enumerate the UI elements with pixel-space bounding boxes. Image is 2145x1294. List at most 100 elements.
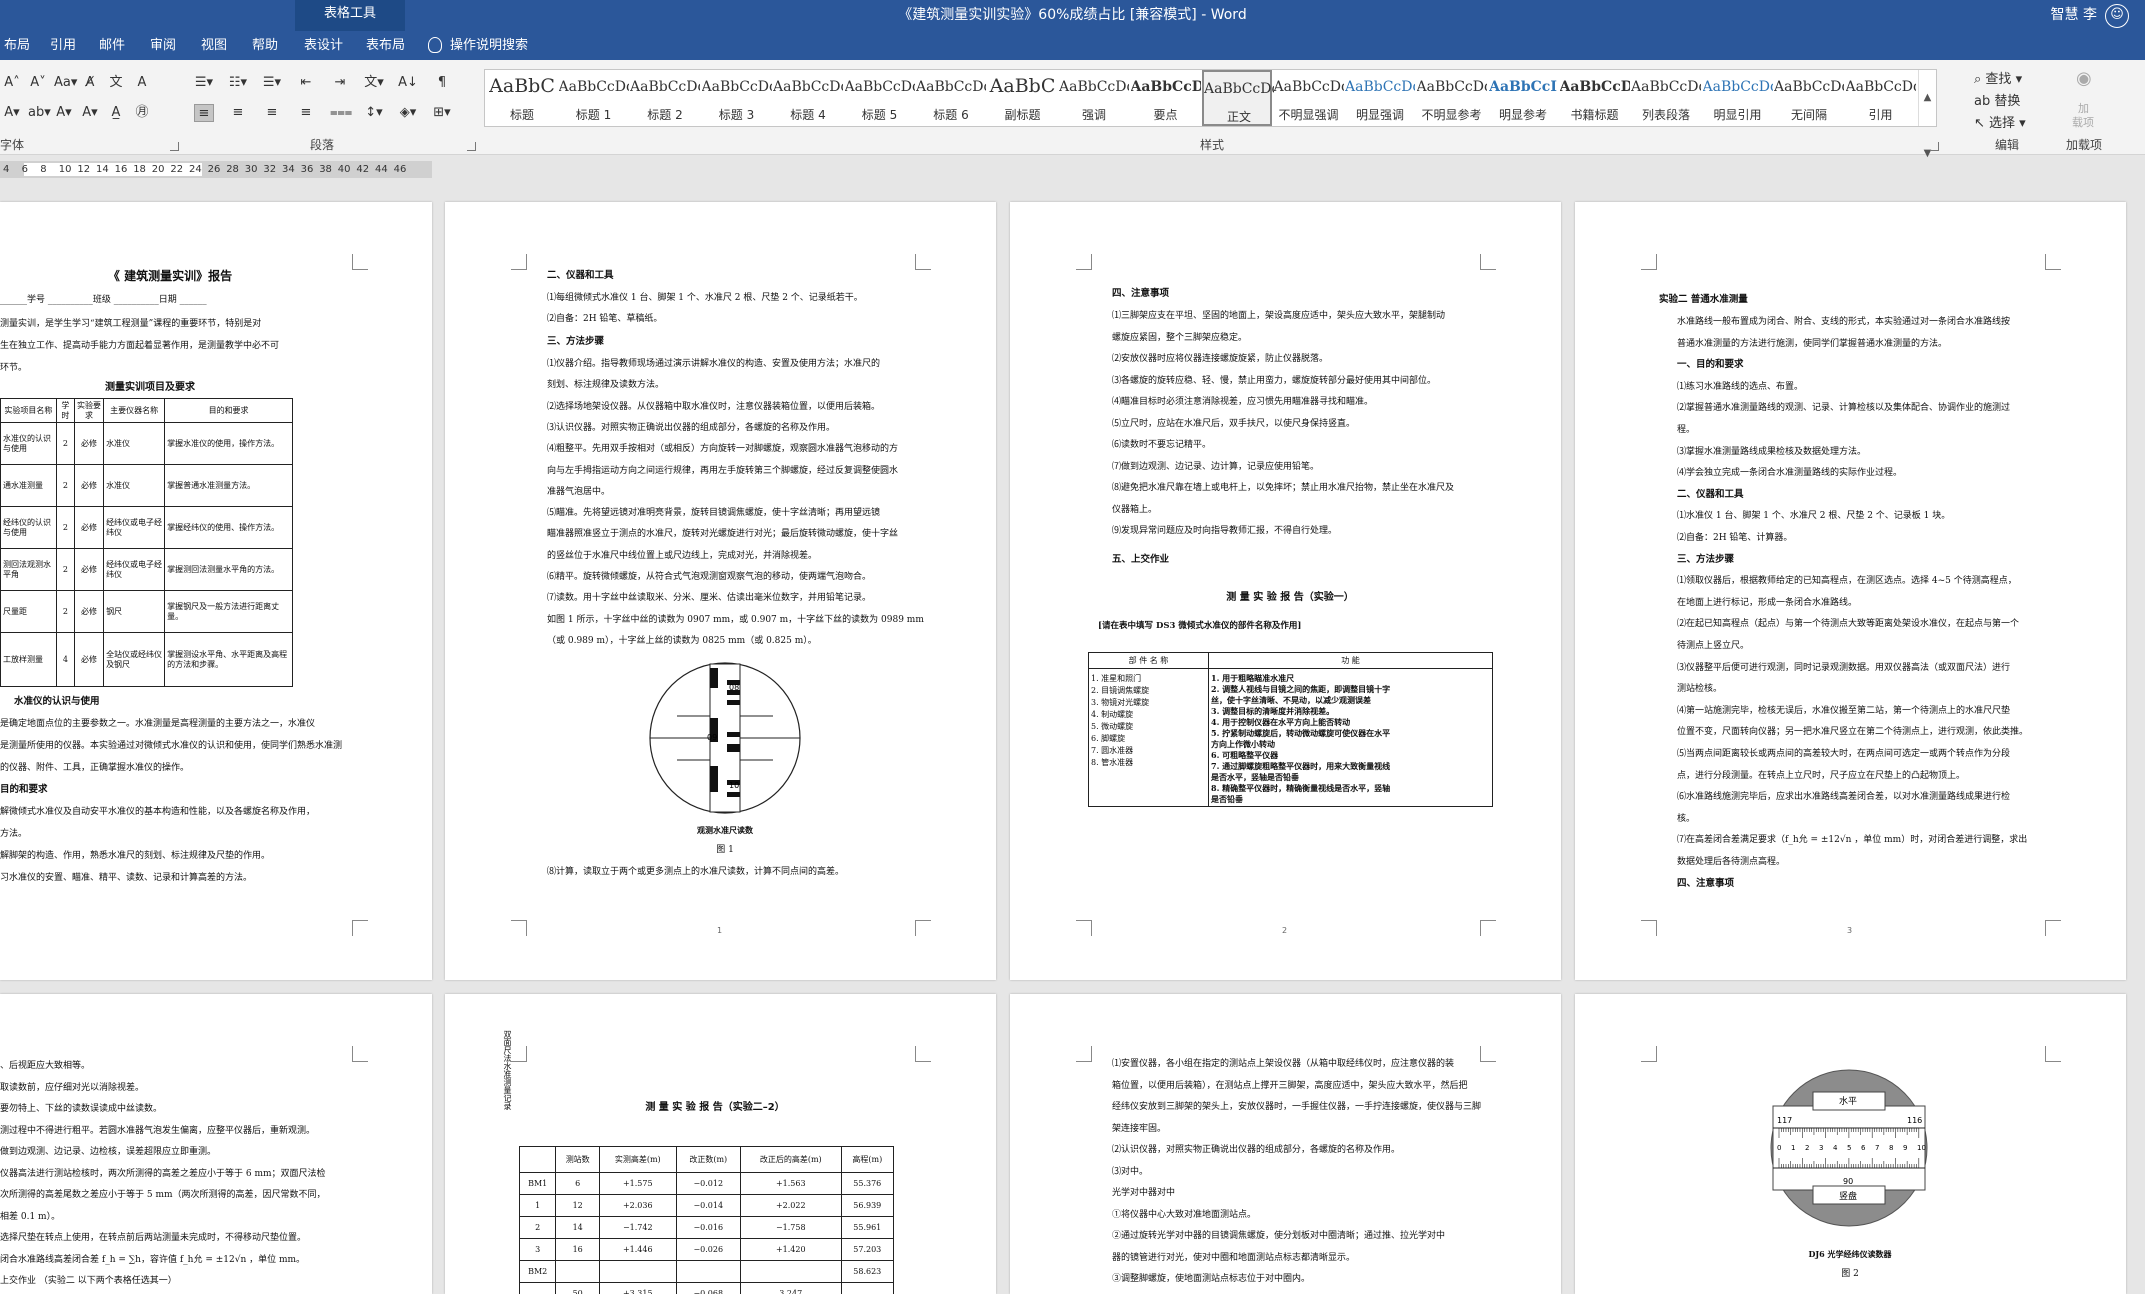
- table-cell[interactable]: 4: [55, 632, 76, 687]
- ribbon-button[interactable]: ◈▾: [398, 104, 418, 122]
- table-cell[interactable]: 必修: [74, 506, 105, 549]
- table-cell[interactable]: 必修: [74, 632, 105, 687]
- style-引用[interactable]: AaBbCcDd 引用: [1846, 70, 1916, 126]
- table-cell[interactable]: 56.939: [840, 1194, 895, 1217]
- table-cell[interactable]: 3: [518, 1238, 557, 1261]
- table-cell[interactable]: 必修: [74, 590, 105, 633]
- table-cell[interactable]: 通水准测量: [0, 464, 57, 507]
- table-cell[interactable]: 掌握钢尺及一般方法进行距离丈量。: [164, 590, 293, 633]
- style-明显引用[interactable]: AaBbCcDd 明显引用: [1703, 70, 1773, 126]
- ribbon-button[interactable]: A↓: [398, 74, 418, 92]
- avatar[interactable]: ☺: [2105, 4, 2129, 28]
- ribbon-button[interactable]: A▾: [2, 104, 22, 122]
- table-cell[interactable]: 55.961: [840, 1216, 895, 1239]
- ribbon-button[interactable]: ⊞▾: [432, 104, 452, 122]
- leveling-record-table[interactable]: 测站数 实测高差(m) 改正数(m) 改正后的高差(m) 高程(m) BM1 6 +1.575…: [518, 1146, 895, 1294]
- style-要点[interactable]: AaBbCcD 要点: [1131, 70, 1201, 126]
- table-cell[interactable]: 16: [555, 1238, 601, 1261]
- table-cell[interactable]: −1.742: [599, 1216, 677, 1239]
- ribbon-tab[interactable]: 帮助: [252, 31, 278, 60]
- ribbon-button[interactable]: A̲: [106, 104, 126, 122]
- ribbon-tab[interactable]: 引用: [50, 31, 76, 60]
- style-列表段落[interactable]: AaBbCcDd 列表段落: [1631, 70, 1701, 126]
- table-cell[interactable]: 掌握测设水平角、水平距离及高程的方法和步骤。: [164, 632, 293, 687]
- table-cell[interactable]: 全站仪或经纬仪及钢尺: [103, 632, 166, 687]
- table-cell[interactable]: BM1: [518, 1172, 557, 1195]
- table-cell[interactable]: 50: [555, 1282, 601, 1294]
- ribbon-button[interactable]: A▾: [54, 104, 74, 122]
- ribbon-button[interactable]: A˄: [2, 74, 22, 92]
- style-副标题[interactable]: AaBbC 副标题: [988, 70, 1058, 126]
- style-不明显强调[interactable]: AaBbCcDd 不明显强调: [1274, 70, 1344, 126]
- table-cell[interactable]: 水准仪: [103, 464, 166, 507]
- style-标题3[interactable]: AaBbCcDdI 标题 3: [702, 70, 772, 126]
- style-强调[interactable]: AaBbCcDd 强调: [1059, 70, 1129, 126]
- style-正文[interactable]: AaBbCcDd 正文: [1202, 70, 1274, 126]
- table-cell[interactable]: −0.068: [675, 1282, 741, 1294]
- table-cell[interactable]: 1. 准星和照门 2. 目镜调焦螺旋 3. 物镜对光螺旋 4. 制动螺旋 5. 微动螺旋…: [1088, 668, 1209, 807]
- document-page-6[interactable]: 双面尺法水准测量记录 测 量 实 验 报 告（实验二–2） 测站数 实测高差(m)…: [445, 994, 996, 1294]
- table-cell[interactable]: +1.575: [599, 1172, 677, 1195]
- ribbon-button[interactable]: ≡: [228, 104, 248, 122]
- style-明显强调[interactable]: AaBbCcDd 明显强调: [1345, 70, 1415, 126]
- table-cell[interactable]: [518, 1282, 557, 1294]
- ribbon-tab[interactable]: 布局: [4, 31, 30, 60]
- document-page-3[interactable]: 四、注意事项 ⑴三脚架应支在平坦、坚固的地面上，架设高度应适中，架头应大致水平，…: [1010, 202, 1561, 980]
- ribbon-button[interactable]: A̸: [80, 74, 100, 92]
- table-cell[interactable]: 水准仪的认识与使用: [0, 422, 57, 465]
- style-标题5[interactable]: AaBbCcDdI 标题 5: [845, 70, 915, 126]
- find-button[interactable]: ⌕ 查找 ▾: [1974, 68, 2022, 87]
- ribbon-button[interactable]: ab▾: [28, 104, 51, 122]
- table-cell[interactable]: 掌握测回法测量水平角的方法。: [164, 548, 293, 591]
- font-dialog-launcher[interactable]: [170, 142, 179, 151]
- document-page-4[interactable]: 实验二 普通水准测量 水准路线一般布置成为闭合、附合、支线的形式，本实验通过对一…: [1575, 202, 2126, 980]
- ribbon-tab[interactable]: 表设计: [304, 31, 343, 60]
- table-cell[interactable]: 经纬仪或电子经纬仪: [103, 548, 166, 591]
- ribbon-button[interactable]: ☰▾: [262, 74, 282, 92]
- table-cell[interactable]: 2: [518, 1216, 557, 1239]
- ribbon-tab[interactable]: 审阅: [150, 31, 176, 60]
- table-cell[interactable]: [599, 1260, 677, 1283]
- instrument-parts-table[interactable]: 部 件 名 称功 能 1. 准星和照门 2. 目镜调焦螺旋 3. 物镜对光螺旋 4. 制…: [1088, 652, 1493, 807]
- table-cell[interactable]: 2: [55, 464, 76, 507]
- tell-me-search[interactable]: 操作说明搜索: [450, 31, 528, 60]
- ribbon-button[interactable]: A: [132, 74, 152, 92]
- ribbon-tab[interactable]: 表布局: [366, 31, 405, 60]
- table-cell[interactable]: 2: [55, 548, 76, 591]
- table-cell[interactable]: 掌握普通水准测量方法。: [164, 464, 293, 507]
- table-cell[interactable]: 必修: [74, 464, 105, 507]
- style-无间隔[interactable]: AaBbCcDd 无间隔: [1774, 70, 1844, 126]
- document-page-8[interactable]: 水平 竖盘 117 116 90 0 1 2 3 4 5 6 7 8 9 10 DJ6 光学经纬仪读…: [1575, 994, 2126, 1294]
- style-不明显参考[interactable]: AaBbCcDd 不明显参考: [1417, 70, 1487, 126]
- style-标题6[interactable]: AaBbCcDdI 标题 6: [916, 70, 986, 126]
- table-cell[interactable]: 经纬仪的认识与使用: [0, 506, 57, 549]
- style-标题2[interactable]: AaBbCcDdI 标题 2: [630, 70, 700, 126]
- table-cell[interactable]: 必修: [74, 422, 105, 465]
- table-cell[interactable]: 2: [55, 506, 76, 549]
- user-name[interactable]: 智慧 李: [2051, 0, 2097, 30]
- style-标题4[interactable]: AaBbCcDdI 标题 4: [773, 70, 843, 126]
- style-标题[interactable]: AaBbC 标题: [487, 70, 557, 126]
- table-cell[interactable]: +1.446: [599, 1238, 677, 1261]
- table-cell[interactable]: BM2: [518, 1260, 557, 1283]
- replace-button[interactable]: ab 替换: [1974, 90, 2020, 109]
- table-cell[interactable]: 钢尺: [103, 590, 166, 633]
- table-cell[interactable]: −0.026: [675, 1238, 741, 1261]
- table-cell[interactable]: +2.036: [599, 1194, 677, 1217]
- ribbon-tab[interactable]: 邮件: [99, 31, 125, 60]
- document-page-2[interactable]: 二、仪器和工具 ⑴每组微倾式水准仪 1 台、脚架 1 个、水准尺 2 根、尺垫 …: [445, 202, 996, 980]
- table-cell[interactable]: 55.376: [840, 1172, 895, 1195]
- training-items-table[interactable]: 实验项目名称 学时 实验要求 主要仪器名称 目的和要求 水准仪的认识与使用 2 必修 水准仪 掌握…: [0, 398, 293, 687]
- table-cell[interactable]: 12: [555, 1194, 601, 1217]
- ribbon-button[interactable]: ≡: [296, 104, 316, 122]
- ribbon-button[interactable]: ≡: [262, 104, 282, 122]
- ribbon-button[interactable]: ☰▾: [194, 74, 214, 92]
- ribbon-button[interactable]: ↕▾: [364, 104, 384, 122]
- ribbon-button[interactable]: ㊊: [132, 104, 152, 122]
- table-cell[interactable]: 58.623: [840, 1260, 895, 1283]
- ribbon-tab[interactable]: 视图: [201, 31, 227, 60]
- ribbon-button[interactable]: A˅: [28, 74, 48, 92]
- table-cell[interactable]: +3.315: [599, 1282, 677, 1294]
- table-cell[interactable]: +1.563: [739, 1172, 842, 1195]
- table-cell[interactable]: 14: [555, 1216, 601, 1239]
